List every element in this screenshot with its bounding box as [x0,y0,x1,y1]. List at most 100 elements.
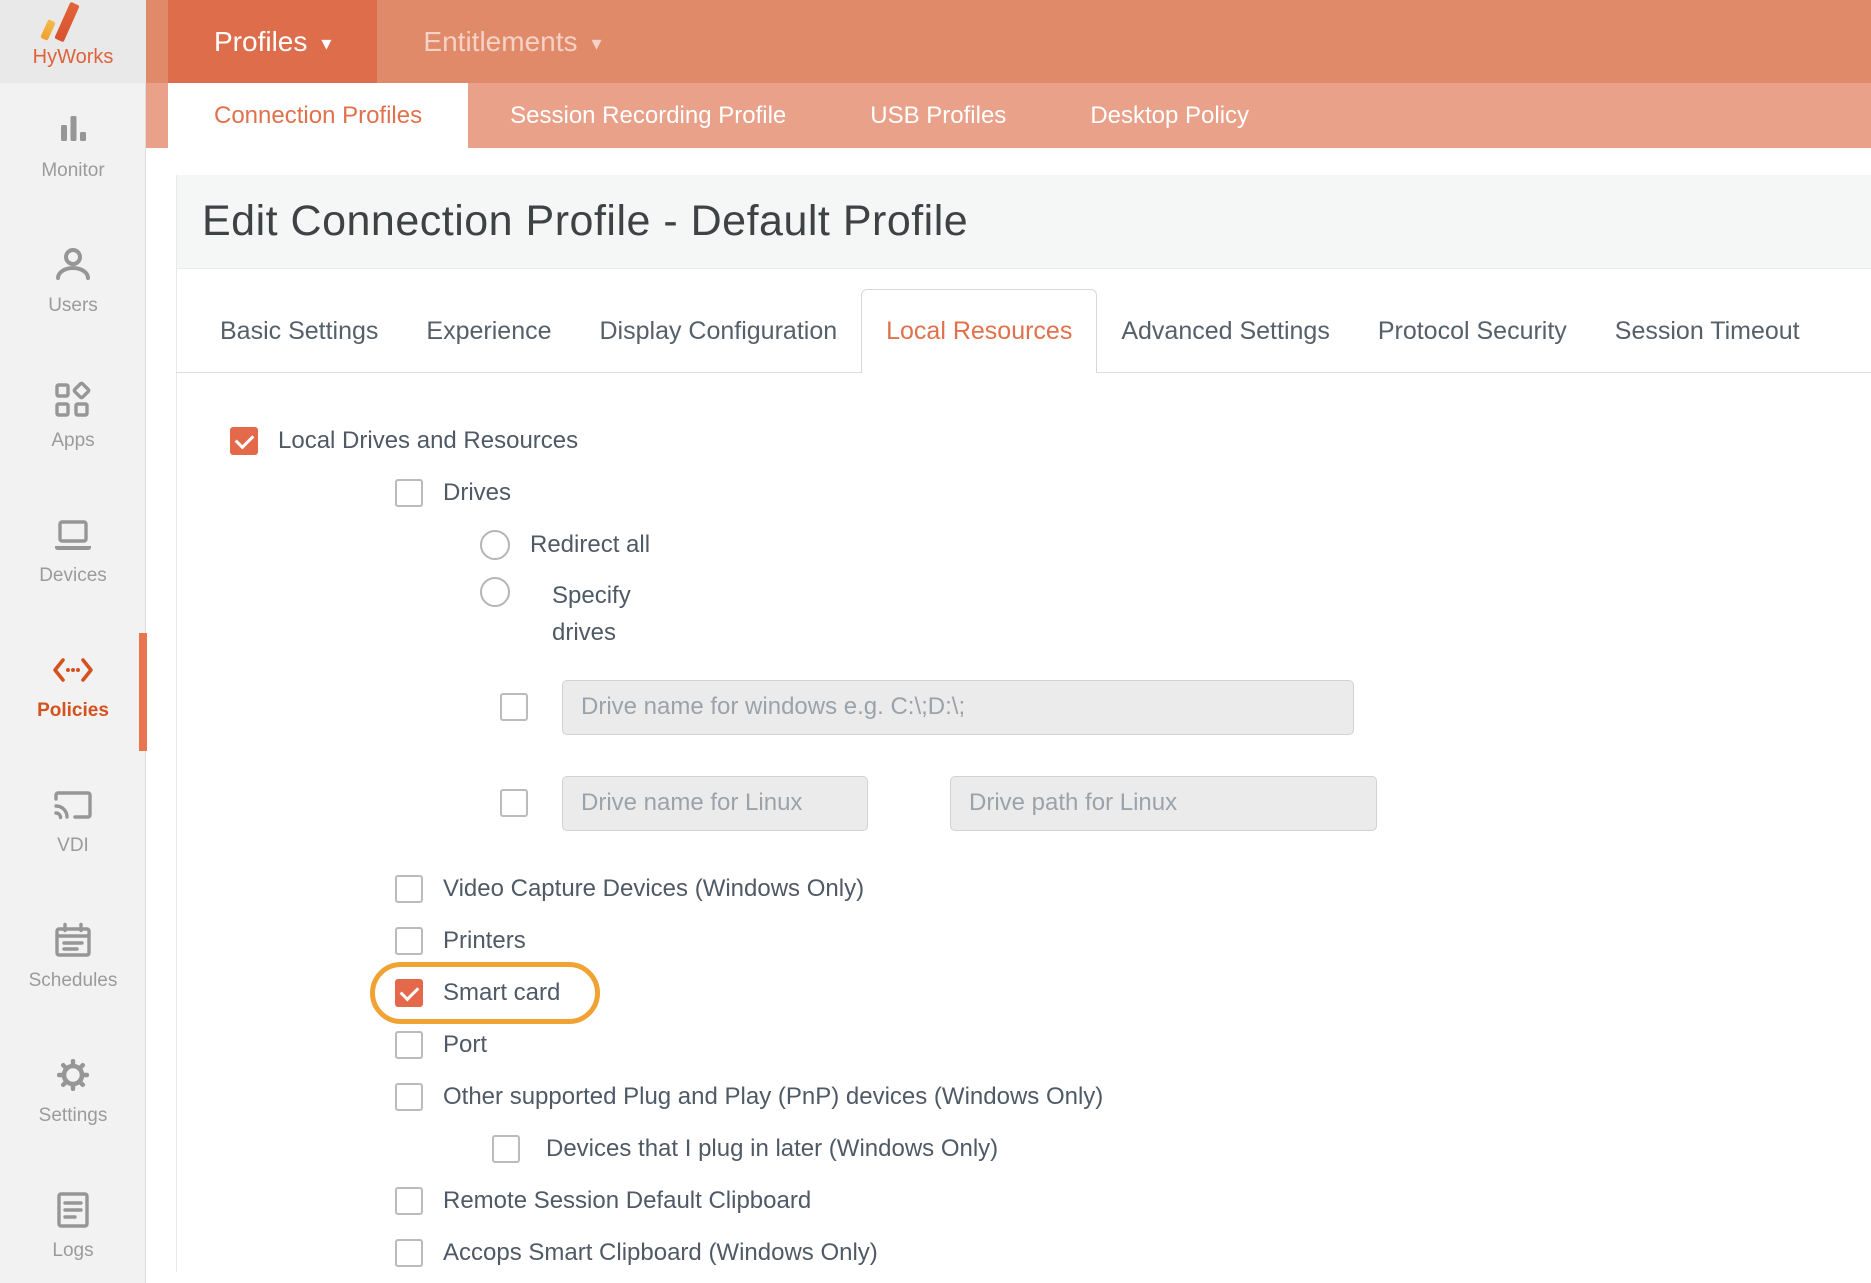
drives-label: Drives [443,479,511,507]
laptop-icon [51,514,95,556]
pnp-later-checkbox[interactable] [492,1135,520,1163]
smart-card-label: Smart card [443,979,560,1007]
top-nav-bar: Profiles ▾ Entitlements ▾ [146,0,1871,83]
apps-grid-icon [52,379,94,421]
calendar-icon [52,919,94,961]
local-resources-panel: Local Drives and Resources Drives Redire… [176,373,1871,1283]
nav-profiles[interactable]: Profiles ▾ [168,0,377,83]
user-icon [52,244,94,286]
subnav-usb-profiles[interactable]: USB Profiles [828,83,1048,148]
smart-clipboard-checkbox[interactable] [395,1239,423,1267]
pnp-devices-checkbox[interactable] [395,1083,423,1111]
row-windows-drive [176,671,1871,743]
tab-local-resources[interactable]: Local Resources [861,289,1097,373]
sidebar-item-label: Logs [52,1240,93,1262]
tab-basic-settings[interactable]: Basic Settings [196,290,402,372]
sidebar-item-monitor[interactable]: Monitor [0,101,146,236]
sub-nav-bar: Connection Profiles Session Recording Pr… [146,83,1871,148]
sidebar-item-label: VDI [57,835,89,857]
hyworks-admin-window: HyWorks Monitor Users [0,0,1871,1283]
local-drives-checkbox[interactable] [230,427,258,455]
subnav-label: USB Profiles [870,102,1006,130]
pnp-later-label: Devices that I plug in later (Windows On… [546,1135,998,1163]
tab-protocol-security[interactable]: Protocol Security [1354,290,1591,372]
row-local-drives: Local Drives and Resources [176,415,1871,467]
sidebar-item-label: Policies [37,700,109,722]
printers-label: Printers [443,927,526,955]
code-brackets-icon [50,649,96,691]
row-pnp-later: Devices that I plug in later (Windows On… [176,1123,1871,1175]
linux-drive-name-input[interactable] [562,776,868,831]
row-smart-card: Smart card [176,967,1871,1019]
sidebar-item-label: Settings [39,1105,108,1127]
row-pnp-devices: Other supported Plug and Play (PnP) devi… [176,1071,1871,1123]
gear-icon [52,1054,94,1096]
bar-chart-icon [52,109,94,151]
row-smart-clipboard: Accops Smart Clipboard (Windows Only) [176,1227,1871,1279]
row-drives: Drives [176,467,1871,519]
tab-session-timeout[interactable]: Session Timeout [1591,290,1824,372]
hyworks-logo[interactable]: HyWorks [0,0,146,83]
profile-tabs: Basic Settings Experience Display Config… [176,269,1871,373]
sidebar-item-vdi[interactable]: VDI [0,776,146,911]
redirect-all-label: Redirect all [530,531,650,559]
sidebar-item-users[interactable]: Users [0,236,146,371]
tab-experience[interactable]: Experience [402,290,575,372]
subnav-desktop-policy[interactable]: Desktop Policy [1048,83,1291,148]
specify-drives-radio[interactable] [480,577,510,607]
subnav-label: Session Recording Profile [510,102,786,130]
drives-checkbox[interactable] [395,479,423,507]
nav-profiles-label: Profiles [214,26,307,58]
chevron-down-icon: ▾ [321,31,331,56]
row-linux-drive [176,767,1871,839]
page-header-band: Edit Connection Profile - Default Profil… [176,175,1871,269]
windows-drive-input[interactable] [562,680,1354,735]
subnav-session-recording-profile[interactable]: Session Recording Profile [468,83,828,148]
default-clipboard-label: Remote Session Default Clipboard [443,1187,811,1215]
default-clipboard-checkbox[interactable] [395,1187,423,1215]
sidebar: HyWorks Monitor Users [0,0,146,1283]
smart-card-checkbox[interactable] [395,979,423,1007]
row-default-clipboard: Remote Session Default Clipboard [176,1175,1871,1227]
nav-entitlements[interactable]: Entitlements ▾ [377,0,647,83]
local-drives-label: Local Drives and Resources [278,427,578,455]
linux-drive-checkbox[interactable] [500,789,528,817]
sidebar-item-policies[interactable]: Policies [0,641,146,776]
smart-clipboard-label: Accops Smart Clipboard (Windows Only) [443,1239,878,1267]
linux-drive-path-input[interactable] [950,776,1377,831]
sidebar-item-logs[interactable]: Logs [0,1181,146,1283]
subnav-connection-profiles[interactable]: Connection Profiles [168,83,468,148]
port-label: Port [443,1031,487,1059]
sidebar-item-devices[interactable]: Devices [0,506,146,641]
sidebar-item-settings[interactable]: Settings [0,1046,146,1181]
port-checkbox[interactable] [395,1031,423,1059]
chevron-down-icon: ▾ [592,31,602,56]
sidebar-item-label: Devices [39,565,107,587]
redirect-all-radio[interactable] [480,530,510,560]
document-lines-icon [52,1189,94,1231]
tab-advanced-settings[interactable]: Advanced Settings [1097,290,1353,372]
cast-screen-icon [51,784,95,826]
tab-display-configuration[interactable]: Display Configuration [576,290,862,372]
sidebar-item-apps[interactable]: Apps [0,371,146,506]
row-specify-drives: Specify drives [176,571,1871,671]
row-redirect-all: Redirect all [176,519,1871,571]
sidebar-item-schedules[interactable]: Schedules [0,911,146,1046]
row-port: Port [176,1019,1871,1071]
printers-checkbox[interactable] [395,927,423,955]
subnav-label: Connection Profiles [214,102,422,130]
video-capture-checkbox[interactable] [395,875,423,903]
sidebar-item-label: Users [48,295,98,317]
video-capture-label: Video Capture Devices (Windows Only) [443,875,864,903]
sidebar-items: Monitor Users Apps [0,101,146,1283]
windows-drive-checkbox[interactable] [500,693,528,721]
pnp-devices-label: Other supported Plug and Play (PnP) devi… [443,1083,1103,1111]
subnav-label: Desktop Policy [1090,102,1249,130]
page-title: Edit Connection Profile - Default Profil… [202,197,968,246]
sidebar-item-label: Monitor [41,160,104,182]
sidebar-item-label: Apps [51,430,94,452]
brand-name: HyWorks [0,46,146,69]
main-content: Edit Connection Profile - Default Profil… [176,148,1871,1283]
nav-entitlements-label: Entitlements [423,26,577,58]
hyworks-logo-icon [0,0,146,50]
